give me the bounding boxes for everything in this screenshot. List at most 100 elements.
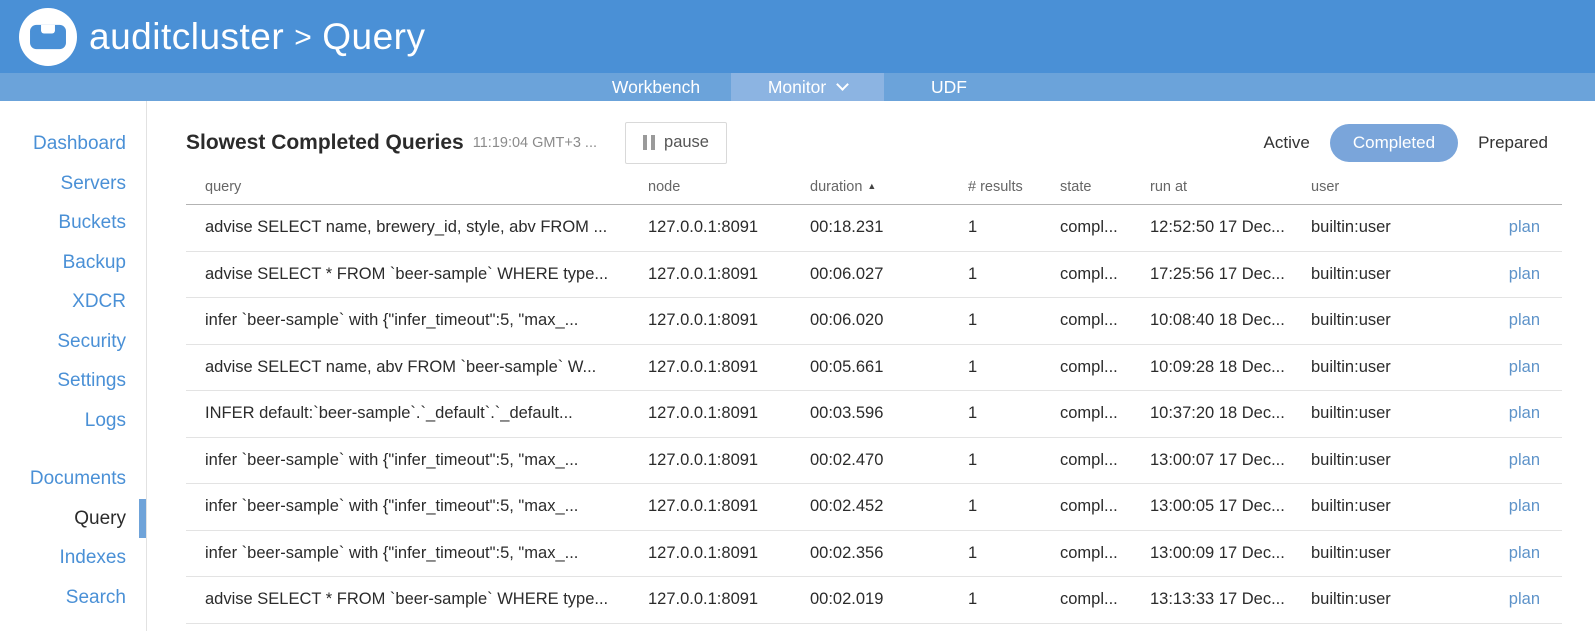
refresh-timestamp: 11:19:04 GMT+3 ...: [472, 134, 598, 151]
cell-duration: 00:03.596: [810, 390, 968, 438]
sort-ascending-icon: ▲: [867, 181, 877, 191]
cell-user: builtin:user: [1311, 576, 1495, 624]
cell-node: 127.0.0.1:8091: [648, 390, 810, 438]
cell-state: compl...: [1060, 344, 1150, 391]
sidebar-item-servers[interactable]: Servers: [0, 164, 146, 204]
cell-node: 127.0.0.1:8091: [648, 344, 810, 391]
query-tab-bar: Workbench Monitor UDF: [0, 73, 1595, 101]
plan-link[interactable]: plan: [1509, 358, 1540, 376]
cell-user: builtin:user: [1311, 483, 1495, 531]
cell-query: INFER default:`beer-sample`.`_default`.`…: [186, 390, 648, 438]
sidebar-item-settings[interactable]: Settings: [0, 361, 146, 401]
tab-udf[interactable]: UDF: [884, 73, 1014, 101]
plan-link[interactable]: plan: [1509, 451, 1540, 469]
cell-node: 127.0.0.1:8091: [648, 204, 810, 252]
cell-query: infer `beer-sample` with {"infer_timeout…: [186, 483, 648, 531]
sidebar-item-indexes[interactable]: Indexes: [0, 538, 146, 578]
cell-user: builtin:user: [1311, 204, 1495, 252]
page-title: Slowest Completed Queries: [186, 130, 464, 154]
column-header-user[interactable]: user: [1311, 179, 1495, 205]
cell-user: builtin:user: [1311, 390, 1495, 438]
column-header-query[interactable]: query: [186, 179, 648, 205]
tab-monitor[interactable]: Monitor: [731, 73, 884, 101]
column-header-results[interactable]: # results: [968, 179, 1060, 205]
completed-queries-table: query node duration ▲ # results state run…: [186, 179, 1562, 624]
sidebar-item-xdcr[interactable]: XDCR: [0, 282, 146, 322]
plan-link[interactable]: plan: [1509, 311, 1540, 329]
couchbase-logo-icon[interactable]: [19, 7, 77, 66]
cell-duration: 00:06.020: [810, 297, 968, 345]
column-header-duration[interactable]: duration ▲: [810, 179, 968, 205]
sidebar-item-backup[interactable]: Backup: [0, 243, 146, 283]
cell-duration: 00:02.356: [810, 530, 968, 577]
cell-user: builtin:user: [1311, 530, 1495, 577]
cell-results: 1: [968, 251, 1060, 298]
cell-duration: 00:05.661: [810, 344, 968, 391]
cell-query: advise SELECT * FROM `beer-sample` WHERE…: [186, 576, 648, 624]
cell-results: 1: [968, 483, 1060, 531]
filter-prepared[interactable]: Prepared: [1478, 133, 1548, 153]
sidebar-item-security[interactable]: Security: [0, 322, 146, 362]
cell-query: infer `beer-sample` with {"infer_timeout…: [186, 530, 648, 577]
sidebar-item-logs[interactable]: Logs: [0, 401, 146, 441]
filter-completed[interactable]: Completed: [1329, 123, 1459, 162]
cell-duration: 00:06.027: [810, 251, 968, 298]
cell-run-at: 10:08:40 18 Dec...: [1150, 297, 1311, 345]
column-header-run-at[interactable]: run at: [1150, 179, 1311, 205]
cell-duration: 00:02.019: [810, 576, 968, 624]
table-row: infer `beer-sample` with {"infer_timeout…: [186, 530, 1562, 577]
title-row: Slowest Completed Queries 11:19:04 GMT+3…: [186, 121, 1548, 164]
plan-link[interactable]: plan: [1509, 497, 1540, 515]
cell-user: builtin:user: [1311, 437, 1495, 484]
cell-state: compl...: [1060, 297, 1150, 345]
cell-results: 1: [968, 204, 1060, 252]
cell-node: 127.0.0.1:8091: [648, 251, 810, 298]
breadcrumb-separator: >: [294, 20, 313, 54]
cell-run-at: 13:00:05 17 Dec...: [1150, 483, 1311, 531]
table-row: advise SELECT * FROM `beer-sample` WHERE…: [186, 251, 1562, 298]
cell-node: 127.0.0.1:8091: [648, 437, 810, 484]
chevron-down-icon: [836, 78, 850, 91]
cell-query: advise SELECT name, brewery_id, style, a…: [186, 204, 648, 252]
pause-icon: [643, 135, 656, 150]
cell-node: 127.0.0.1:8091: [648, 576, 810, 624]
sidebar-item-dashboard[interactable]: Dashboard: [0, 124, 146, 164]
column-header-state[interactable]: state: [1060, 179, 1150, 205]
sidebar-item-search[interactable]: Search: [0, 578, 146, 618]
table-row: INFER default:`beer-sample`.`_default`.`…: [186, 390, 1562, 438]
plan-link[interactable]: plan: [1509, 544, 1540, 562]
table-row: advise SELECT * FROM `beer-sample` WHERE…: [186, 576, 1562, 624]
column-header-plan: [1495, 179, 1562, 205]
filter-active[interactable]: Active: [1264, 133, 1310, 153]
pause-button[interactable]: pause: [625, 121, 727, 164]
cell-state: compl...: [1060, 437, 1150, 484]
cell-results: 1: [968, 437, 1060, 484]
cell-query: infer `beer-sample` with {"infer_timeout…: [186, 297, 648, 345]
sidebar-item-documents[interactable]: Documents: [0, 459, 146, 499]
column-header-node[interactable]: node: [648, 179, 810, 205]
cell-query: infer `beer-sample` with {"infer_timeout…: [186, 437, 648, 484]
cell-node: 127.0.0.1:8091: [648, 483, 810, 531]
section-name: Query: [322, 15, 426, 57]
cell-state: compl...: [1060, 390, 1150, 438]
plan-link[interactable]: plan: [1509, 590, 1540, 608]
plan-link[interactable]: plan: [1509, 218, 1540, 236]
plan-link[interactable]: plan: [1509, 265, 1540, 283]
cell-results: 1: [968, 297, 1060, 345]
sidebar-item-query[interactable]: Query: [0, 498, 146, 539]
tab-workbench[interactable]: Workbench: [581, 73, 731, 101]
app-header: auditcluster > Query: [0, 0, 1595, 73]
pause-button-label: pause: [664, 133, 709, 151]
cell-run-at: 10:09:28 18 Dec...: [1150, 344, 1311, 391]
cell-state: compl...: [1060, 530, 1150, 577]
cell-run-at: 13:13:33 17 Dec...: [1150, 576, 1311, 624]
cell-node: 127.0.0.1:8091: [648, 530, 810, 577]
plan-link[interactable]: plan: [1509, 404, 1540, 422]
tab-monitor-label: Monitor: [767, 76, 827, 97]
cell-query: advise SELECT * FROM `beer-sample` WHERE…: [186, 251, 648, 298]
cell-user: builtin:user: [1311, 251, 1495, 298]
cell-query: advise SELECT name, abv FROM `beer-sampl…: [186, 344, 648, 391]
table-row: advise SELECT name, abv FROM `beer-sampl…: [186, 344, 1562, 391]
cell-run-at: 10:37:20 18 Dec...: [1150, 390, 1311, 438]
sidebar-item-buckets[interactable]: Buckets: [0, 203, 146, 243]
